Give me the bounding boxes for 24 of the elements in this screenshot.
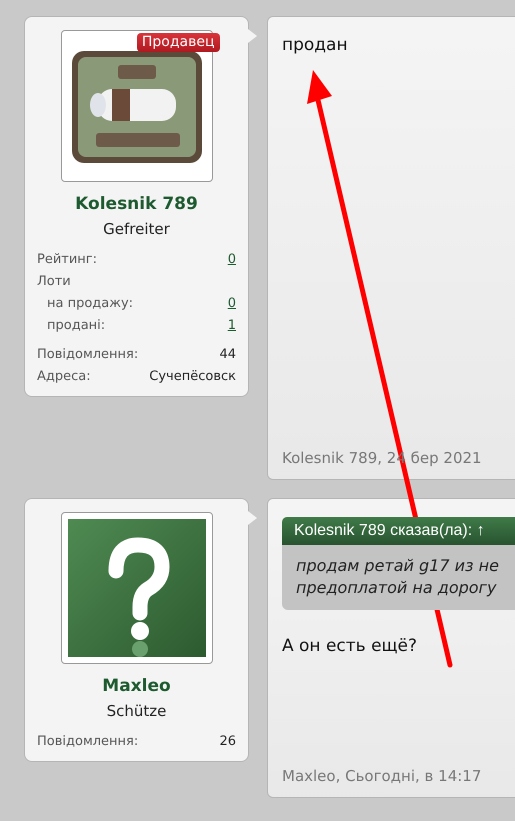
stat-label: Адреса: (37, 369, 91, 384)
stat-label: Рейтинг: (37, 252, 98, 267)
user-rank: Schütze (106, 702, 166, 720)
stat-label: продані: (47, 318, 106, 333)
seller-badge: Продавец (136, 33, 220, 52)
username[interactable]: Kolesnik 789 (75, 194, 198, 214)
stat-label: Лоти (37, 274, 71, 289)
quote-header[interactable]: Kolesnik 789 сказав(ла): ↑ (282, 517, 515, 545)
stat-value: 44 (219, 347, 236, 362)
stat-link[interactable]: 0 (228, 296, 236, 311)
stat-label: на продажу: (47, 296, 134, 311)
message-text: продан (282, 35, 349, 55)
message-footer: Maxleo, Сьогодні, в 14:17 (282, 767, 482, 785)
user-rank: Gefreiter (103, 220, 170, 238)
username[interactable]: Maxleo (102, 676, 171, 696)
question-mark-icon (68, 519, 206, 657)
quote-text: продам ретай g17 из не предоплатой на дорогу (282, 545, 515, 610)
stat-link[interactable]: 1 (228, 318, 236, 333)
stat-label: Повідомлення: (37, 734, 138, 749)
message-text: А он есть ещё? (282, 636, 418, 656)
stat-link[interactable]: 0 (228, 252, 236, 267)
stat-value: Сучепёсовск (149, 369, 236, 384)
stat-value: 26 (219, 734, 236, 749)
stat-label: Повідомлення: (37, 347, 138, 362)
